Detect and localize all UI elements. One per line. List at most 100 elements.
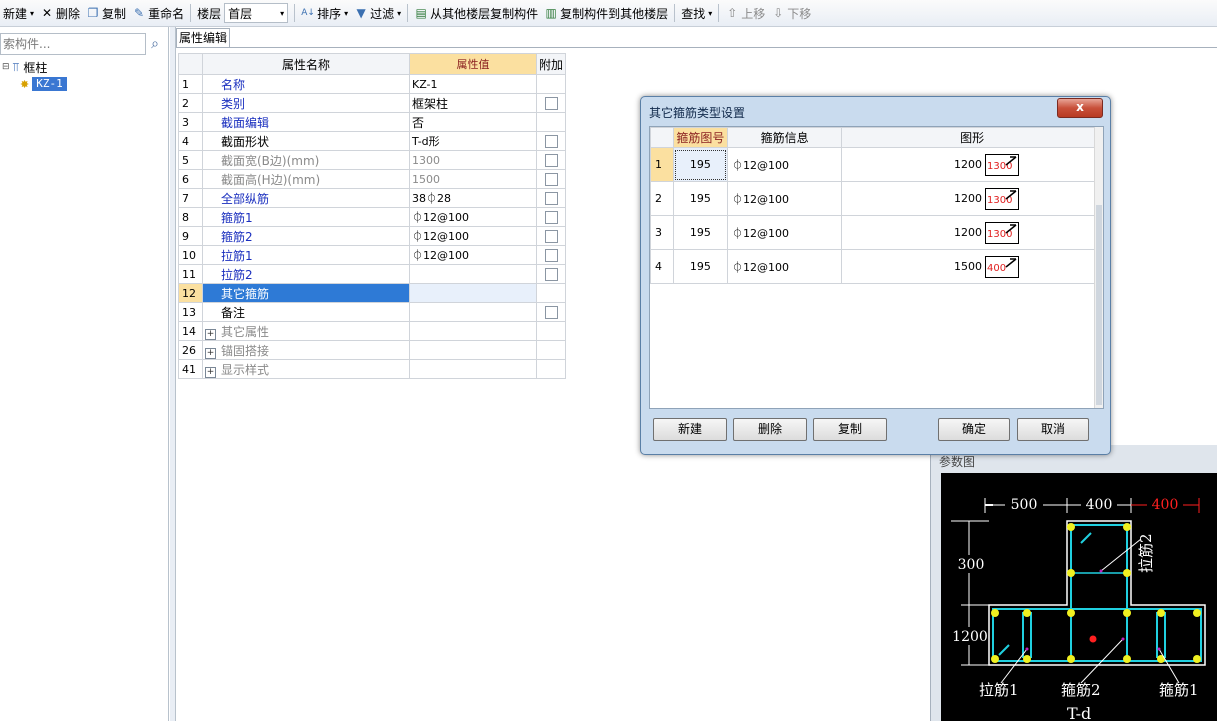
delete-button[interactable]: ✕ 删除	[37, 2, 83, 24]
property-row[interactable]: 3 截面编辑 否	[178, 112, 566, 132]
property-group-name: 显示样式	[221, 362, 270, 377]
header-num	[178, 53, 203, 75]
property-row[interactable]: 7 全部纵筋 38⏀28	[178, 188, 566, 208]
move-down-button[interactable]: ⇩ 下移	[768, 2, 814, 24]
search-input[interactable]: 索构件...	[0, 33, 146, 55]
stirrup-info[interactable]: ⏀12@100	[727, 249, 843, 284]
figure-no[interactable]: 195	[672, 249, 729, 284]
figure-no[interactable]: 195	[672, 215, 729, 250]
delete-row-button[interactable]: 删除	[733, 418, 807, 441]
cancel-button[interactable]: 取消	[1017, 418, 1089, 441]
expand-plus-icon[interactable]: +	[205, 366, 216, 378]
move-up-label: 上移	[741, 6, 766, 21]
property-value[interactable]: 1300	[409, 150, 537, 170]
figure-no[interactable]: 195	[672, 181, 729, 216]
extra-checkbox[interactable]	[544, 135, 558, 148]
property-value[interactable]: 否	[409, 112, 537, 132]
stirrup-info[interactable]: ⏀12@100	[727, 181, 843, 216]
property-value[interactable]: KZ-1	[409, 74, 537, 94]
property-value[interactable]	[409, 264, 537, 284]
property-value[interactable]: 38⏀28	[409, 188, 537, 208]
header-num	[650, 127, 674, 148]
ok-button[interactable]: 确定	[938, 418, 1010, 441]
tab-property-edit[interactable]: 属性编辑	[176, 28, 230, 48]
property-group-row[interactable]: 41 + 显示样式	[178, 359, 566, 379]
extra-checkbox[interactable]	[544, 306, 558, 319]
floor-select[interactable]: 首层 ▾	[224, 3, 289, 23]
copy-from-floor-label: 从其他楼层复制构件	[430, 6, 539, 21]
property-group-row[interactable]: 14 + 其它属性	[178, 321, 566, 341]
property-group-row[interactable]: 26 + 锚固搭接	[178, 340, 566, 360]
stirrup-row[interactable]: 2 195 ⏀12@100 1200 1300	[650, 181, 1103, 216]
property-name: 备注	[202, 302, 410, 322]
stirrup-info[interactable]: ⏀12@100	[727, 147, 843, 182]
property-value[interactable]: T-d形	[409, 131, 537, 151]
stirrup-row[interactable]: 4 195 ⏀12@100 1500 400	[650, 249, 1103, 284]
extra-checkbox[interactable]	[544, 211, 558, 224]
shape-cell[interactable]: 1500 400	[841, 249, 1103, 284]
rename-button[interactable]: ✎ 重命名	[129, 2, 187, 24]
scrollbar-thumb[interactable]	[1096, 205, 1102, 405]
extra-checkbox[interactable]	[544, 154, 558, 167]
extra-checkbox[interactable]	[544, 268, 558, 281]
copy-to-floor-button[interactable]: ▥ 复制构件到其他楼层	[541, 2, 671, 24]
copy-row-button[interactable]: 复制	[813, 418, 887, 441]
main-toolbar: 新建 ▾ ✕ 删除 ❐ 复制 ✎ 重命名 楼层 首层 ▾ A↓ 排序 ▾ ▼ 过滤 ▾ ▤ 从其他楼…	[0, 0, 1217, 27]
t-section-drawing: 500 400 400 300 1200 拉筋2 拉筋1 箍筋2 箍筋1 T-d	[951, 497, 1206, 723]
toolbar-separator	[407, 4, 409, 22]
property-row[interactable]: 6 截面高(H边)(mm) 1500	[178, 169, 566, 189]
tree-node-kz1[interactable]: ✸ KZ-1	[0, 76, 168, 92]
panel-splitter[interactable]	[170, 27, 176, 721]
copy-label: 复制	[102, 6, 127, 21]
new-row-button[interactable]: 新建	[653, 418, 727, 441]
figure-no[interactable]: 195	[672, 147, 729, 182]
new-button[interactable]: 新建 ▾	[0, 2, 37, 24]
search-placeholder: 索构件...	[3, 37, 51, 51]
property-group-cell: + 锚固搭接	[202, 340, 410, 360]
stirrup-grid-container: 箍筋图号 箍筋信息 图形 1 195 ⏀12@100 1200 1300 2 1…	[649, 126, 1104, 409]
tree-node-column[interactable]: ⊟ ⫪ 框柱	[0, 59, 168, 75]
property-row[interactable]: 4 截面形状 T-d形	[178, 131, 566, 151]
property-row[interactable]: 5 截面宽(B边)(mm) 1300	[178, 150, 566, 170]
property-row[interactable]: 2 类别 框架柱	[178, 93, 566, 113]
vertical-scrollbar[interactable]	[1094, 127, 1103, 408]
property-row[interactable]: 11 拉筋2	[178, 264, 566, 284]
filter-button[interactable]: ▼ 过滤 ▾	[351, 2, 404, 24]
property-row-selected[interactable]: 12 其它箍筋	[178, 283, 566, 303]
extra-checkbox[interactable]	[544, 192, 558, 205]
search-icon[interactable]: ⌕	[146, 35, 164, 53]
property-row[interactable]: 10 拉筋1 ⏀12@100	[178, 245, 566, 265]
copy-button[interactable]: ❐ 复制	[83, 2, 129, 24]
close-button[interactable]: x	[1057, 98, 1103, 118]
stirrup-info[interactable]: ⏀12@100	[727, 215, 843, 250]
sort-button[interactable]: A↓ 排序 ▾	[298, 2, 351, 24]
collapse-icon[interactable]: ⊟	[2, 62, 10, 72]
stirrup-row[interactable]: 3 195 ⏀12@100 1200 1300	[650, 215, 1103, 250]
shape-cell[interactable]: 1200 1300	[841, 181, 1103, 216]
property-value[interactable]: ⏀12@100	[409, 226, 537, 246]
stirrup-row[interactable]: 1 195 ⏀12@100 1200 1300	[650, 147, 1103, 182]
extra-checkbox[interactable]	[544, 173, 558, 186]
property-row[interactable]: 13 备注	[178, 302, 566, 322]
property-value[interactable]: 框架柱	[409, 93, 537, 113]
shape-cell[interactable]: 1200 1300	[841, 215, 1103, 250]
property-name: 截面编辑	[202, 112, 410, 132]
expand-plus-icon[interactable]: +	[205, 347, 216, 359]
property-row[interactable]: 9 箍筋2 ⏀12@100	[178, 226, 566, 246]
sort-label: 排序	[317, 6, 342, 21]
find-button[interactable]: 查找 ▾	[678, 2, 715, 24]
copy-from-floor-button[interactable]: ▤ 从其他楼层复制构件	[411, 2, 541, 24]
property-row[interactable]: 8 箍筋1 ⏀12@100	[178, 207, 566, 227]
move-up-button[interactable]: ⇧ 上移	[722, 2, 768, 24]
property-value[interactable]: ⏀12@100	[409, 207, 537, 227]
property-value[interactable]: 1500	[409, 169, 537, 189]
property-row[interactable]: 1 名称 KZ-1	[178, 74, 566, 94]
property-value[interactable]: ⏀12@100	[409, 245, 537, 265]
property-value[interactable]	[409, 283, 537, 303]
property-value[interactable]	[409, 302, 537, 322]
expand-plus-icon[interactable]: +	[205, 328, 216, 340]
extra-checkbox[interactable]	[544, 249, 558, 262]
shape-cell[interactable]: 1200 1300	[841, 147, 1103, 182]
extra-checkbox[interactable]	[544, 97, 558, 110]
extra-checkbox[interactable]	[544, 230, 558, 243]
